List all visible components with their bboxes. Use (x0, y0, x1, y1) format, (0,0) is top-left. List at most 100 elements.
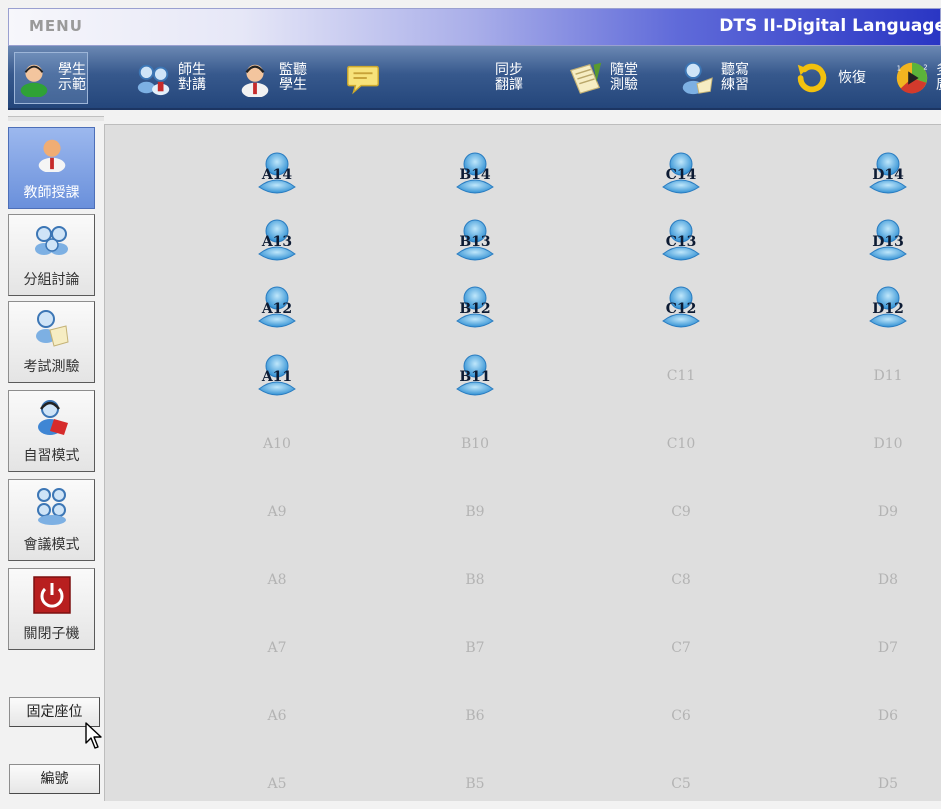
seat-b11[interactable]: B11 (450, 353, 500, 401)
sidebar-item-3[interactable]: 自習模式 (8, 390, 95, 472)
seat-label: D14 (872, 167, 904, 183)
seat-c12[interactable]: C12 (656, 285, 706, 333)
meeting-icon (30, 486, 74, 528)
seat-label: D5 (877, 776, 899, 792)
title-bar: MENU DTS II-Digital Language (8, 8, 941, 46)
toolbar-button-1[interactable]: 師生對講 (135, 52, 207, 104)
seat-label: B10 (460, 436, 490, 452)
seat-d13[interactable]: D13 (863, 218, 913, 266)
seat-label: C7 (671, 640, 691, 656)
toolbar-button-8[interactable]: 1 2 多路廣播 (893, 52, 941, 104)
seat-label: B11 (459, 369, 491, 385)
toolbar-button-label: 聽寫練習 (721, 62, 749, 93)
seat-label: B5 (465, 776, 485, 792)
seat-d12[interactable]: D12 (863, 285, 913, 333)
seat-c10[interactable]: C10 (656, 421, 706, 469)
seat-c7[interactable]: C7 (656, 625, 706, 673)
seat-label: C8 (671, 572, 691, 588)
sidebar-item-5[interactable]: 關閉子機 (8, 568, 95, 650)
seat-label: C14 (665, 167, 697, 183)
seat-label: C5 (671, 776, 691, 792)
sidebar-item-2[interactable]: 考試測驗 (8, 301, 95, 383)
seat-a12[interactable]: A12 (252, 285, 302, 333)
seat-label: B12 (459, 301, 491, 317)
self-study-icon (30, 397, 74, 439)
seat-d9[interactable]: D9 (863, 489, 913, 537)
group-discussion-icon (30, 221, 74, 263)
seat-d14[interactable]: D14 (863, 151, 913, 199)
seat-c14[interactable]: C14 (656, 151, 706, 199)
seat-b14[interactable]: B14 (450, 151, 500, 199)
seat-a10[interactable]: A10 (252, 421, 302, 469)
seat-a13[interactable]: A13 (252, 218, 302, 266)
seat-label: B13 (459, 234, 491, 250)
sidebar-item-0[interactable]: 教師授課 (8, 127, 95, 209)
toolbar-button-3[interactable] (344, 52, 382, 104)
toolbar-button-label: 學生示範 (58, 62, 86, 93)
sidebar-item-label: 教師授課 (23, 185, 80, 201)
seat-b7[interactable]: B7 (450, 625, 500, 673)
speech-bubble-icon (344, 59, 382, 97)
seat-a5[interactable]: A5 (252, 761, 302, 809)
sidebar-item-1[interactable]: 分組討論 (8, 214, 95, 296)
seat-c9[interactable]: C9 (656, 489, 706, 537)
seat-label: C13 (665, 234, 697, 250)
toolbar: 學生示範 師生對講 監聽學生 同步翻譯隨堂測驗 聽寫練習 恢復 1 2 多路廣播 (8, 46, 941, 110)
toolbar-button-label: 多路廣播 (935, 63, 941, 93)
seat-d11[interactable]: D11 (863, 353, 913, 401)
seat-a6[interactable]: A6 (252, 693, 302, 741)
seat-b6[interactable]: B6 (450, 693, 500, 741)
sidebar-item-label: 關閉子機 (23, 626, 80, 642)
sidebar-item-label: 考試測驗 (23, 359, 80, 375)
seat-label: D6 (877, 708, 899, 724)
seat-d8[interactable]: D8 (863, 557, 913, 605)
dictation-icon (678, 59, 716, 97)
seat-b8[interactable]: B8 (450, 557, 500, 605)
toolbar-button-0[interactable]: 學生示範 (14, 52, 88, 104)
sidebar-item-4[interactable]: 會議模式 (8, 479, 95, 561)
quiz-icon (567, 59, 605, 97)
toolbar-button-label: 師生對講 (178, 62, 206, 93)
seat-label: B8 (465, 572, 485, 588)
number-button[interactable]: 編號 (9, 764, 100, 794)
seat-label: A9 (267, 504, 287, 520)
toolbar-button-4[interactable]: 同步翻譯 (452, 52, 524, 104)
svg-text:1: 1 (897, 64, 901, 72)
seat-d6[interactable]: D6 (863, 693, 913, 741)
seat-label: D12 (872, 301, 904, 317)
seat-b10[interactable]: B10 (450, 421, 500, 469)
seat-d10[interactable]: D10 (863, 421, 913, 469)
seat-label: C9 (671, 504, 691, 520)
seat-label: D11 (873, 368, 903, 384)
seat-b13[interactable]: B13 (450, 218, 500, 266)
sidebar-item-label: 會議模式 (23, 537, 80, 553)
seat-a7[interactable]: A7 (252, 625, 302, 673)
seat-c5[interactable]: C5 (656, 761, 706, 809)
seat-d7[interactable]: D7 (863, 625, 913, 673)
toolbar-button-5[interactable]: 隨堂測驗 (567, 52, 639, 104)
toolbar-button-7[interactable]: 恢復 (793, 52, 869, 104)
translate-icon (452, 59, 490, 97)
toolbar-button-2[interactable]: 監聽學生 (236, 52, 308, 104)
monitor-student-icon (236, 59, 274, 98)
seat-a14[interactable]: A14 (252, 151, 302, 199)
seat-b9[interactable]: B9 (450, 489, 500, 537)
seat-c13[interactable]: C13 (656, 218, 706, 266)
menu-label[interactable]: MENU (29, 17, 83, 35)
teacher-icon (30, 134, 74, 176)
seat-a9[interactable]: A9 (252, 489, 302, 537)
seat-d5[interactable]: D5 (863, 761, 913, 809)
seat-c11[interactable]: C11 (656, 353, 706, 401)
seat-b5[interactable]: B5 (450, 761, 500, 809)
svg-text:2: 2 (923, 63, 927, 71)
seat-a11[interactable]: A11 (252, 353, 302, 401)
seat-c6[interactable]: C6 (656, 693, 706, 741)
toolbar-button-6[interactable]: 聽寫練習 (678, 52, 750, 104)
sidebar-separator (8, 116, 104, 121)
seat-label: D10 (873, 436, 903, 452)
seat-label: A12 (261, 301, 293, 317)
seat-a8[interactable]: A8 (252, 557, 302, 605)
seat-b12[interactable]: B12 (450, 285, 500, 333)
seat-c8[interactable]: C8 (656, 557, 706, 605)
seat-label: C6 (671, 708, 691, 724)
